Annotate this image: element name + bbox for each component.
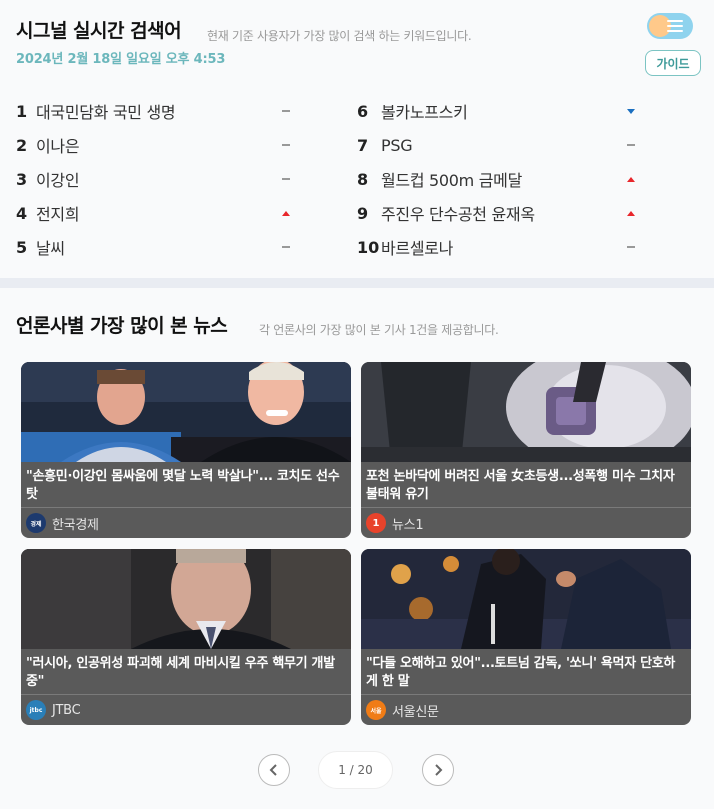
trend-same-icon: [280, 94, 292, 128]
news-headline: "러시아, 인공위성 파괴해 세계 마비시킬 우주 핵무기 개발 중": [26, 656, 335, 689]
keyword-item[interactable]: 5 날씨: [16, 230, 292, 264]
keyword-rank: 9: [357, 203, 369, 223]
news-headline: "다들 오해하고 있어"...토트넘 감독, '쏘니' 욕먹자 단호하게 한 말: [366, 656, 676, 689]
page-indicator: 1 / 20: [318, 751, 393, 789]
news-headline: "손흥민·이강인 몸싸움에 몇달 노력 박살나"... 코치도 선수 탓: [26, 469, 340, 502]
news-thumbnail: [361, 549, 691, 649]
keyword-rank: 8: [357, 169, 369, 189]
keyword-item[interactable]: 1 대국민담화 국민 생명: [16, 94, 292, 128]
keyword-term: 바르셀로나: [381, 239, 454, 258]
keyword-list-right: 6 볼카노프스키 7 PSG 8 월드컵 500m 금메달 9 주진우 단수공천…: [357, 94, 637, 264]
realtime-search-section: 시그널 실시간 검색어 현재 기준 사용자가 가장 많이 검색 하는 키워드입니…: [0, 0, 714, 278]
hankyung-logo-icon: 경제: [26, 513, 46, 533]
news-thumbnail: [21, 362, 351, 462]
keyword-item[interactable]: 4 전지희: [16, 196, 292, 230]
guide-button[interactable]: 가이드: [645, 50, 701, 76]
next-page-button[interactable]: [422, 754, 454, 786]
trend-same-icon: [625, 230, 637, 264]
realtime-date: 2024년 2월 18일 일요일 오후 4:53: [16, 52, 226, 67]
realtime-title: 시그널 실시간 검색어: [16, 20, 182, 42]
news-thumbnail: [21, 549, 351, 649]
keyword-term: 대국민담화 국민 생명: [36, 103, 176, 122]
news-source-name: 뉴스1: [392, 517, 424, 533]
news-source-name: 서울신문: [392, 704, 439, 720]
keyword-term: 전지희: [36, 205, 80, 224]
theme-toggle[interactable]: [647, 13, 693, 39]
news-title: 언론사별 가장 많이 본 뉴스: [16, 315, 228, 337]
keyword-rank: 1: [16, 101, 28, 121]
news1-logo-icon: 1: [366, 513, 386, 533]
news-thumbnail: [361, 362, 691, 462]
keyword-item[interactable]: 9 주진우 단수공천 윤재옥: [357, 196, 637, 230]
trend-same-icon: [625, 128, 637, 162]
trend-down-icon: [625, 94, 637, 128]
section-divider: [0, 278, 714, 288]
trend-same-icon: [280, 162, 292, 196]
keyword-rank: 6: [357, 101, 369, 121]
chevron-left-icon: [269, 764, 277, 776]
keyword-term: 이강인: [36, 171, 80, 190]
keyword-rank: 5: [16, 237, 28, 257]
trend-up-icon: [280, 196, 292, 230]
news-source-name: 한국경제: [52, 517, 99, 533]
keyword-item[interactable]: 3 이강인: [16, 162, 292, 196]
prev-page-button[interactable]: [258, 754, 290, 786]
keyword-item[interactable]: 2 이나은: [16, 128, 292, 162]
news-description: 각 언론사의 가장 많이 본 기사 1건을 제공합니다.: [259, 323, 499, 337]
chevron-right-icon: [435, 764, 443, 776]
keyword-rank: 4: [16, 203, 28, 223]
keyword-term: 볼카노프스키: [381, 103, 468, 122]
pagination: 1 / 20: [0, 751, 714, 789]
jtbc-logo-icon: jtbc: [26, 700, 46, 720]
keyword-item[interactable]: 8 월드컵 500m 금메달: [357, 162, 637, 196]
keyword-rank: 7: [357, 135, 369, 155]
keyword-term: 월드컵 500m 금메달: [381, 171, 523, 190]
news-source: 서울 서울신문: [361, 694, 691, 725]
keyword-term: 날씨: [36, 239, 65, 258]
keyword-rank: 2: [16, 135, 28, 155]
seoul-shinmun-logo-icon: 서울: [366, 700, 386, 720]
news-card[interactable]: "러시아, 인공위성 파괴해 세계 마비시킬 우주 핵무기 개발 중" jtbc…: [21, 549, 351, 725]
keyword-item[interactable]: 10 바르셀로나: [357, 230, 637, 264]
news-section: 언론사별 가장 많이 본 뉴스 각 언론사의 가장 많이 본 기사 1건을 제공…: [0, 288, 714, 809]
keyword-term: 주진우 단수공천 윤재옥: [381, 205, 535, 224]
keyword-rank: 3: [16, 169, 28, 189]
trend-same-icon: [280, 230, 292, 264]
keyword-term: 이나은: [36, 137, 80, 156]
keyword-term: PSG: [381, 135, 413, 155]
news-source-name: JTBC: [52, 702, 81, 718]
news-source: jtbc JTBC: [21, 694, 351, 725]
news-source: 경제 한국경제: [21, 507, 351, 538]
news-card[interactable]: "손흥민·이강인 몸싸움에 몇달 노력 박살나"... 코치도 선수 탓 경제 …: [21, 362, 351, 538]
news-source: 1 뉴스1: [361, 507, 691, 538]
trend-same-icon: [280, 128, 292, 162]
trend-up-icon: [625, 162, 637, 196]
realtime-description: 현재 기준 사용자가 가장 많이 검색 하는 키워드입니다.: [207, 29, 472, 43]
keyword-item[interactable]: 6 볼카노프스키: [357, 94, 637, 128]
news-card[interactable]: 포천 논바닥에 버려진 서울 女초등생...성폭행 미수 그치자 불태워 유기 …: [361, 362, 691, 538]
news-card[interactable]: "다들 오해하고 있어"...토트넘 감독, '쏘니' 욕먹자 단호하게 한 말…: [361, 549, 691, 725]
keyword-item[interactable]: 7 PSG: [357, 128, 637, 162]
trend-up-icon: [625, 196, 637, 230]
keyword-rank: 10: [357, 237, 380, 257]
keyword-list-left: 1 대국민담화 국민 생명 2 이나은 3 이강인 4 전지희 5 날씨: [16, 94, 292, 264]
news-headline: 포천 논바닥에 버려진 서울 女초등생...성폭행 미수 그치자 불태워 유기: [366, 469, 675, 502]
menu-icon: [667, 20, 683, 35]
